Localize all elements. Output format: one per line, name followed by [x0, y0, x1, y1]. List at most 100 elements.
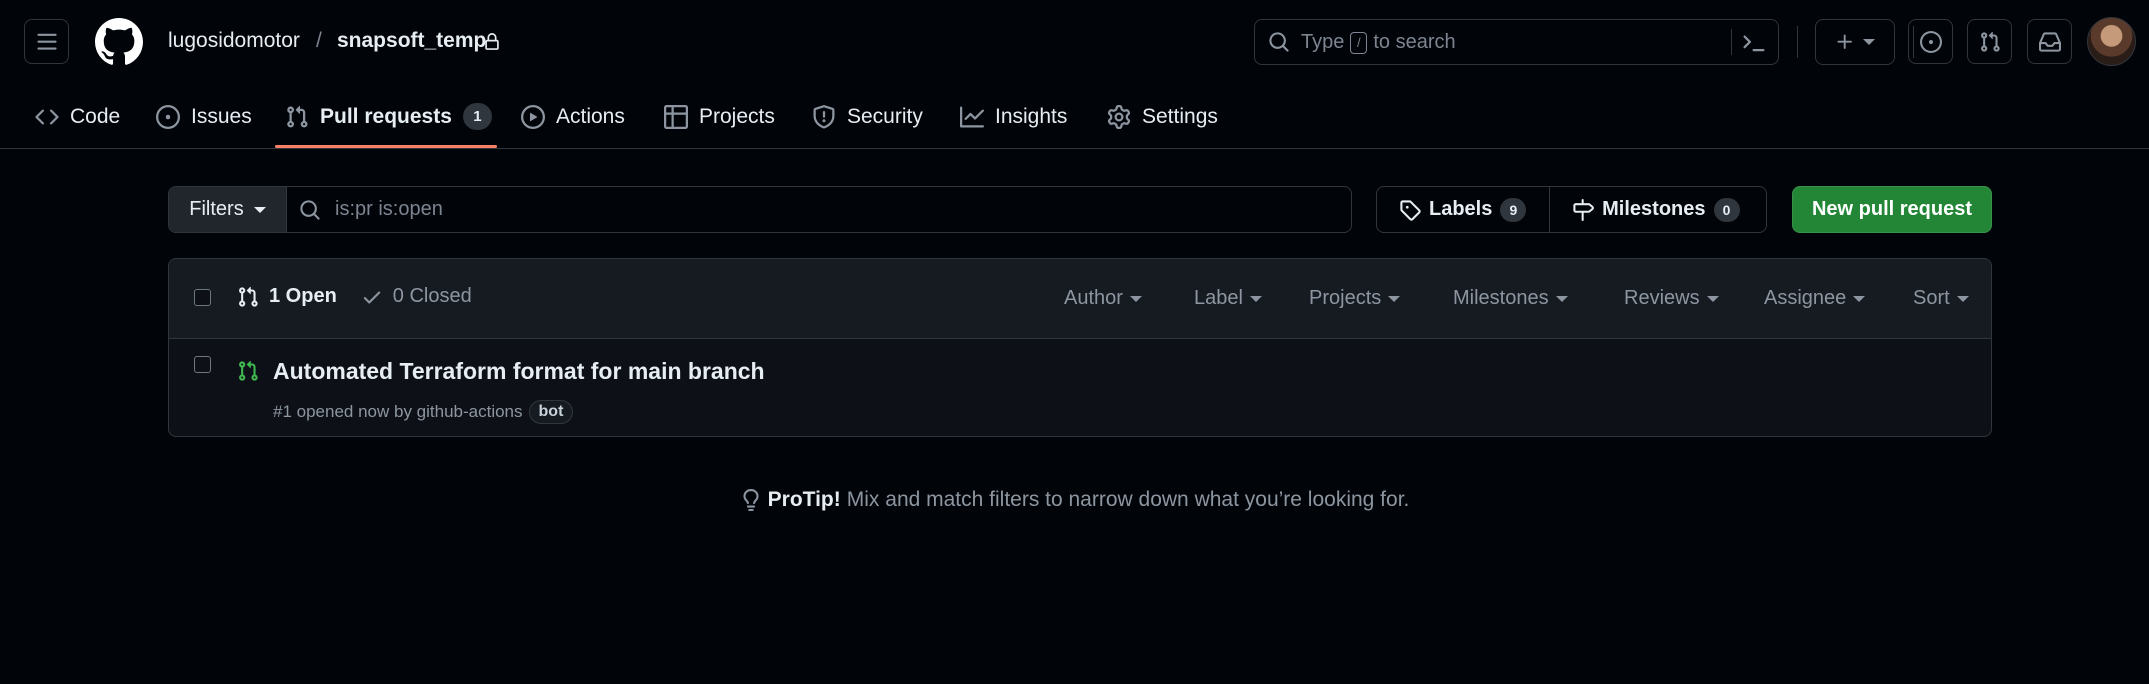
assignee-filter[interactable]: Assignee [1764, 287, 1866, 310]
label-filter[interactable]: Label [1194, 287, 1262, 310]
labels-label: Labels [1429, 198, 1493, 220]
search-icon [1269, 32, 1289, 52]
list-header: 1 Open 0 Closed Author Label Projects Mi… [169, 259, 1991, 339]
labels-counter: 9 [1500, 197, 1527, 222]
global-search-input[interactable]: Type / to search [1254, 19, 1779, 65]
search-divider [1731, 29, 1732, 55]
tab-code[interactable]: Code [35, 84, 120, 149]
tab-actions-label: Actions [556, 104, 625, 128]
header-divider [1797, 26, 1798, 58]
assignee-filter-label: Assignee [1764, 287, 1847, 309]
milestones-button[interactable]: Milestones 0 [1550, 187, 1766, 232]
pull-requests-shortcut-button[interactable] [1967, 19, 2012, 64]
open-filter-link[interactable]: 1 Open [269, 285, 337, 308]
select-all-checkbox[interactable] [194, 289, 211, 306]
shield-icon [813, 104, 835, 129]
breadcrumb-separator: / [316, 29, 322, 52]
milestones-filter-label: Milestones [1453, 287, 1549, 309]
active-tab-indicator [275, 145, 497, 148]
tab-actions[interactable]: Actions [521, 84, 625, 149]
tab-security[interactable]: Security [812, 84, 923, 149]
chevron-down-icon [253, 206, 266, 213]
milestone-icon [1573, 198, 1595, 221]
labels-milestones-group: Labels 9 Milestones 0 [1376, 186, 1767, 233]
menu-button[interactable] [24, 19, 69, 64]
filter-bar: Filters [168, 186, 1352, 233]
top-bar: lugosidomotor / snapsoft_temp Type / to … [0, 0, 2149, 84]
tab-issues[interactable]: Issues [156, 84, 252, 149]
tab-insights[interactable]: Insights [960, 84, 1067, 149]
protip: ProTip! Mix and match filters to narrow … [0, 488, 2149, 512]
pull-requests-counter: 1 [462, 103, 492, 130]
labels-button[interactable]: Labels 9 [1377, 187, 1551, 232]
app-header: lugosidomotor / snapsoft_temp Type / to … [0, 0, 2149, 149]
tab-settings-label: Settings [1142, 104, 1218, 128]
search-shortcut-key: / [1350, 31, 1368, 54]
search-placeholder: Type / to search [1301, 31, 1456, 54]
create-new-button[interactable] [1815, 19, 1895, 65]
check-icon [363, 291, 381, 304]
chevron-down-icon [1129, 295, 1142, 302]
tab-issues-label: Issues [191, 104, 252, 128]
chevron-down-icon [1853, 295, 1866, 302]
pr-search-input[interactable] [335, 187, 1335, 232]
new-pull-request-button[interactable]: New pull request [1792, 186, 1992, 233]
pr-meta-text: #1 opened now by github-actions [273, 402, 523, 421]
filters-label: Filters [189, 198, 244, 220]
search-text-after: to search [1373, 31, 1456, 53]
search-icon [300, 200, 320, 220]
reviews-filter-label: Reviews [1624, 287, 1700, 309]
chevron-down-icon [1706, 295, 1719, 302]
search-text-before: Type [1301, 31, 1345, 53]
projects-filter-label: Projects [1309, 287, 1382, 309]
milestones-label: Milestones [1602, 198, 1706, 220]
reviews-filter[interactable]: Reviews [1624, 287, 1719, 310]
github-logo-icon[interactable] [95, 18, 143, 66]
tab-projects[interactable]: Projects [664, 84, 775, 149]
git-pull-request-icon [239, 286, 258, 307]
repo-tabs: Code Issues Pull requests 1 Actions Proj… [0, 84, 2149, 149]
hamburger-icon [36, 33, 57, 50]
closed-filter-link[interactable]: 0 Closed [361, 285, 472, 308]
protip-label: ProTip! [767, 488, 841, 511]
tab-settings[interactable]: Settings [1107, 84, 1218, 149]
inbox-icon [2038, 31, 2061, 52]
pr-title-link[interactable]: Automated Terraform format for main bran… [273, 358, 765, 385]
author-filter[interactable]: Author [1064, 287, 1142, 310]
breadcrumb-owner[interactable]: lugosidomotor [168, 29, 300, 53]
pull-request-list: 1 Open 0 Closed Author Label Projects Mi… [168, 258, 1992, 437]
author-filter-label: Author [1064, 287, 1123, 309]
sort-filter[interactable]: Sort [1913, 287, 1969, 310]
tab-security-label: Security [847, 104, 923, 128]
pr-label-badge[interactable]: bot [528, 400, 574, 424]
lock-icon [485, 33, 499, 50]
code-icon [35, 108, 59, 125]
pr-select-checkbox[interactable] [194, 356, 211, 373]
chevron-down-icon [1555, 295, 1568, 302]
chevron-down-icon [1863, 39, 1875, 45]
tab-insights-label: Insights [995, 104, 1068, 128]
git-pull-request-icon [287, 105, 308, 128]
tab-pull-requests[interactable]: Pull requests 1 [285, 84, 492, 149]
issue-opened-icon [1919, 30, 1942, 53]
issue-opened-icon [156, 104, 180, 129]
table-icon [664, 104, 688, 129]
milestones-filter[interactable]: Milestones [1453, 287, 1568, 310]
tab-code-label: Code [70, 104, 121, 128]
gear-icon [1107, 104, 1131, 129]
inbox-button[interactable] [2027, 19, 2072, 64]
plus-icon [1837, 34, 1852, 49]
avatar[interactable] [2087, 17, 2136, 66]
milestones-counter: 0 [1713, 197, 1740, 222]
command-palette-icon[interactable] [1741, 31, 1767, 55]
projects-filter[interactable]: Projects [1309, 287, 1401, 310]
breadcrumb-repo[interactable]: snapsoft_temp [337, 29, 486, 53]
filters-button[interactable]: Filters [169, 187, 287, 232]
issues-shortcut-button[interactable] [1908, 19, 1953, 64]
chevron-down-icon [1388, 295, 1401, 302]
chevron-down-icon [1249, 295, 1262, 302]
closed-filter-label: 0 Closed [392, 285, 472, 307]
tab-pull-requests-label: Pull requests [320, 104, 452, 128]
tab-projects-label: Projects [699, 104, 775, 128]
git-pull-request-icon [1980, 31, 2000, 52]
